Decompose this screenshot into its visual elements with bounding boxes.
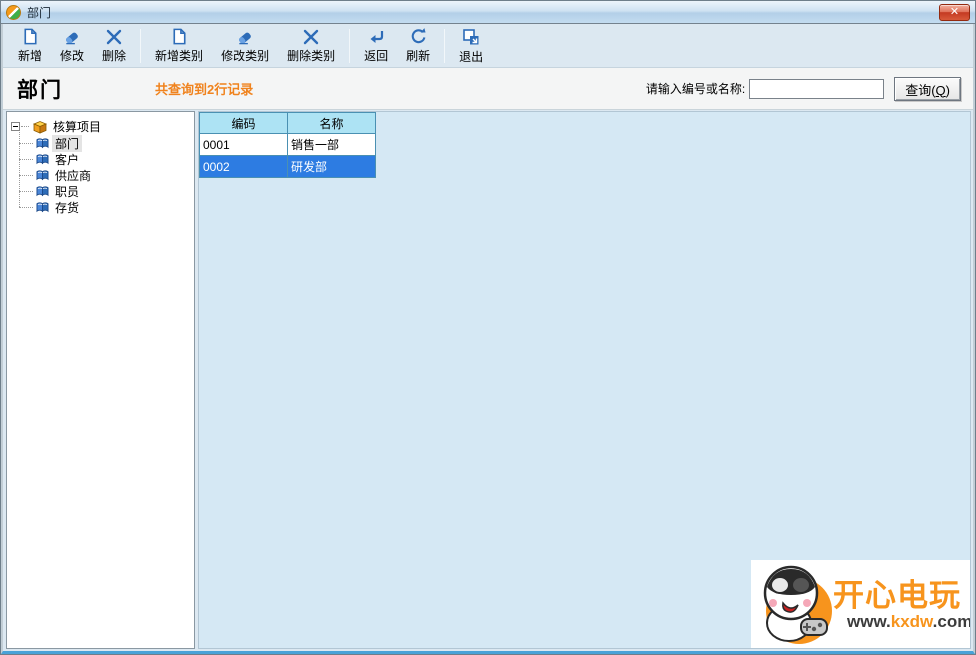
tree-item-label: 职员 [55, 184, 80, 199]
close-button[interactable]: ✕ [939, 3, 970, 21]
sidebar-item-inventory[interactable]: 存货 [19, 199, 190, 215]
toolbar: 新增 修改 删除 新增类别 修改类别 删除类别 返回 刷新 退出 [3, 24, 973, 68]
column-header-name[interactable]: 名称 [287, 112, 376, 134]
cell-name[interactable]: 研发部 [287, 155, 376, 178]
tree-panel: 核算项目 部门 客户 供应商 职员 存货 [6, 111, 195, 649]
toolbar-button-refresh[interactable]: 刷新 [397, 26, 439, 66]
tree-root-accounting-items[interactable]: 核算项目 [11, 118, 190, 135]
cell-code[interactable]: 0002 [199, 155, 288, 178]
tree-children: 部门 客户 供应商 职员 存货 [19, 132, 190, 215]
book-icon [35, 137, 50, 149]
toolbar-separator [140, 28, 142, 63]
sidebar-item-supplier[interactable]: 供应商 [19, 167, 190, 183]
toolbar-button-exit[interactable]: 退出 [450, 26, 492, 66]
cube-folder-icon [31, 120, 48, 134]
records-table: 编码 名称 0001 销售一部 0002 研发部 [199, 112, 376, 178]
watermark-box: 开心电玩 www.kxdw.com [751, 560, 970, 648]
toolbar-separator [349, 28, 351, 63]
toolbar-button-label: 删除 [102, 48, 127, 63]
search-label: 请输入编号或名称: [645, 82, 746, 96]
eraser-icon [62, 27, 82, 46]
tree-item-label: 存货 [55, 200, 80, 215]
collapse-minus-icon[interactable] [11, 122, 20, 131]
titlebar[interactable]: 部门 ✕ [1, 1, 975, 24]
app-logo-icon [6, 4, 21, 20]
sidebar-item-department[interactable]: 部门 [19, 134, 190, 152]
new-document-icon [170, 27, 189, 46]
new-document-icon [21, 27, 40, 46]
toolbar-button-edit-category[interactable]: 修改类别 [212, 26, 278, 66]
toolbar-button-label: 退出 [459, 49, 484, 64]
x-delete-icon [302, 28, 320, 46]
toolbar-button-label: 修改类别 [221, 49, 270, 63]
toolbar-button-label: 新增类别 [155, 49, 204, 63]
toolbar-button-delete-category[interactable]: 删除类别 [278, 26, 344, 66]
x-delete-icon [105, 28, 123, 46]
eraser-icon [235, 27, 255, 46]
toolbar-button-back[interactable]: 返回 [355, 26, 397, 66]
tree-item-label: 供应商 [55, 168, 92, 183]
record-count-text: 共查询到2行记录 [155, 82, 254, 97]
book-icon [35, 201, 50, 213]
book-icon [35, 153, 50, 165]
cell-code[interactable]: 0001 [199, 133, 288, 156]
exit-icon [461, 27, 481, 47]
page-header: 部门 共查询到2行记录 请输入编号或名称: 查询(Q) [3, 68, 973, 110]
page-title: 部门 [17, 78, 63, 102]
watermark-title: 开心电玩 [833, 578, 961, 613]
book-icon [35, 169, 50, 181]
toolbar-button-add-category[interactable]: 新增类别 [146, 26, 212, 66]
toolbar-button-label: 返回 [364, 48, 389, 63]
mascot-gamer-icon [753, 561, 839, 648]
toolbar-separator [444, 28, 446, 63]
toolbar-button-label: 刷新 [406, 49, 431, 63]
records-panel: 编码 名称 0001 销售一部 0002 研发部 开心电玩 www.kxdw.c… [198, 111, 971, 649]
toolbar-button-label: 修改 [60, 49, 85, 63]
sidebar-item-customer[interactable]: 客户 [19, 151, 190, 167]
app-window: 部门 ✕ 新增 修改 删除 新增类别 修改类别 删除类别 返回 刷新 退出 部门… [0, 0, 976, 655]
watermark-url: www.kxdw.com [847, 612, 971, 631]
toolbar-button-label: 新增 [18, 49, 43, 63]
cell-name[interactable]: 销售一部 [287, 133, 376, 156]
toolbar-button-add[interactable]: 新增 [9, 26, 51, 66]
tree-root-label: 核算项目 [53, 120, 102, 134]
tree-item-label: 客户 [55, 152, 80, 167]
tree-item-label: 部门 [52, 134, 83, 152]
toolbar-button-label: 删除类别 [287, 48, 336, 63]
sidebar-item-employee[interactable]: 职员 [19, 183, 190, 199]
book-icon [35, 185, 50, 197]
accounting-items-tree: 核算项目 部门 客户 供应商 职员 存货 [11, 118, 190, 215]
query-button[interactable]: 查询(Q) [894, 76, 961, 101]
toolbar-button-delete[interactable]: 删除 [93, 26, 135, 66]
window-title: 部门 [27, 5, 52, 20]
table-row[interactable]: 0001 销售一部 [199, 133, 376, 156]
column-header-code[interactable]: 编码 [199, 112, 288, 134]
table-header-row: 编码 名称 [199, 112, 376, 134]
toolbar-button-edit[interactable]: 修改 [51, 26, 93, 66]
table-row-selected[interactable]: 0002 研发部 [199, 155, 376, 178]
content-area: 核算项目 部门 客户 供应商 职员 存货 编码 名称 0001 销售一部 000… [3, 110, 973, 651]
search-input[interactable] [749, 78, 885, 99]
return-arrow-icon [366, 28, 386, 46]
refresh-icon [409, 27, 428, 46]
